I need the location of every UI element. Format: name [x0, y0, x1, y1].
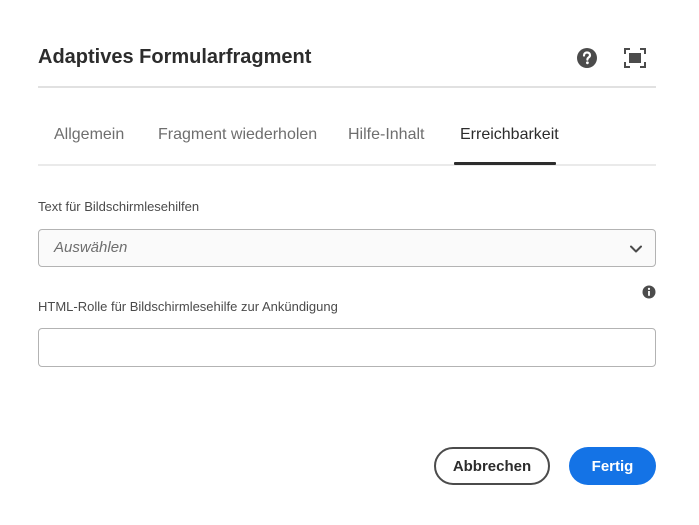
tab-hilfe-inhalt[interactable]: Hilfe-Inhalt: [348, 126, 424, 166]
html-role-input[interactable]: [38, 328, 656, 367]
dialog-title: Adaptives Formularfragment: [38, 46, 312, 68]
screen-reader-text-select[interactable]: Auswählen: [38, 229, 656, 267]
tab-erreichbarkeit[interactable]: Erreichbarkeit: [460, 126, 559, 166]
screen-reader-text-label: Text für Bildschirmlesehilfen: [38, 199, 200, 214]
fullscreen-icon: [624, 48, 646, 68]
help-button[interactable]: [576, 47, 598, 69]
info-icon[interactable]: [642, 285, 656, 299]
tab-allgemein[interactable]: Allgemein: [54, 126, 124, 166]
done-button[interactable]: Fertig: [569, 447, 656, 485]
fullscreen-button[interactable]: [624, 48, 646, 68]
dialog: Adaptives Formularfragment Allgemein Fra…: [0, 0, 699, 525]
chevron-down-icon: [630, 245, 642, 253]
html-role-label: HTML-Rolle für Bildschirmlesehilfe zur A…: [38, 299, 338, 314]
select-value: Auswählen: [54, 239, 128, 256]
cancel-button[interactable]: Abbrechen: [434, 447, 550, 485]
selected-tab-indicator: [454, 162, 556, 165]
dialog-header: Adaptives Formularfragment: [38, 40, 656, 88]
help-icon: [577, 48, 597, 68]
tab-list: Allgemein Fragment wiederholen Hilfe-Inh…: [38, 112, 656, 166]
tab-fragment-wiederholen[interactable]: Fragment wiederholen: [158, 126, 317, 166]
